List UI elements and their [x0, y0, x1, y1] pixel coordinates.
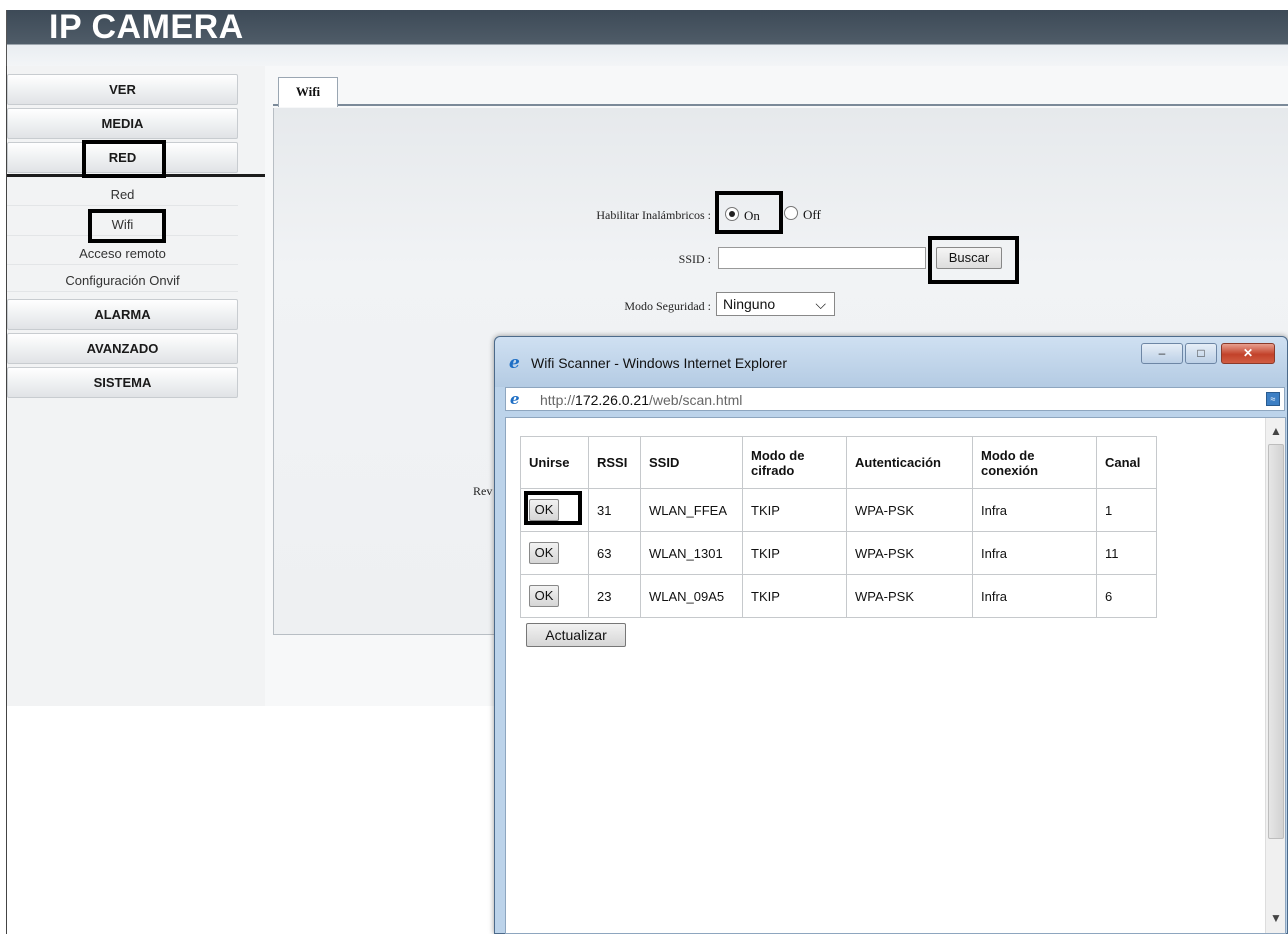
tab-strip	[273, 76, 1288, 106]
scroll-down-icon[interactable]: ▼	[1266, 911, 1286, 927]
rssi-cell: 31	[588, 488, 641, 532]
chevron-down-icon: ⌵	[815, 296, 826, 312]
window-titlebar[interactable]: e Wifi Scanner - Windows Internet Explor…	[495, 337, 1287, 387]
refresh-button[interactable]: Actualizar	[526, 623, 626, 647]
security-mode-select[interactable]: Ninguno ⌵	[716, 292, 835, 316]
address-url: http://172.26.0.21/web/scan.html	[540, 392, 742, 408]
partial-label: Rev	[473, 484, 493, 498]
security-mode-label: Modo Seguridad :	[624, 299, 711, 313]
cipher-cell: TKIP	[742, 574, 847, 618]
menu-red[interactable]: RED	[7, 142, 238, 173]
ie-icon: e	[509, 353, 520, 373]
app-title: IP CAMERA	[49, 8, 244, 46]
menu-media[interactable]: MEDIA	[7, 108, 238, 139]
radio-on[interactable]	[725, 207, 739, 221]
search-button[interactable]: Buscar	[936, 247, 1002, 269]
close-icon[interactable]: ✕	[1221, 343, 1275, 364]
scroll-thumb[interactable]	[1268, 444, 1284, 839]
sidebar: VER MEDIA RED Red Wifi Acceso remoto Con…	[7, 66, 265, 706]
cipher-cell: TKIP	[742, 531, 847, 575]
auth-cell: WPA-PSK	[846, 531, 973, 575]
menu-avanzado[interactable]: AVANZADO	[7, 333, 238, 364]
col-unirse: Unirse	[520, 436, 589, 489]
join-button[interactable]: OK	[529, 542, 559, 564]
col-cipher: Modo de cifrado	[742, 436, 847, 489]
security-mode-value: Ninguno	[723, 296, 776, 312]
ssid-cell: WLAN_FFEA	[640, 488, 743, 532]
join-cell: OK	[520, 574, 589, 618]
table-header-row: Unirse RSSI SSID Modo de cifrado Autenti…	[520, 436, 1157, 489]
scroll-up-icon[interactable]: ▲	[1266, 424, 1286, 440]
url-prefix: http://	[540, 392, 576, 408]
submenu-red[interactable]: Red	[7, 184, 238, 206]
col-connection-mode: Modo de conexión	[972, 436, 1097, 489]
maximize-icon[interactable]: □	[1185, 343, 1217, 364]
window-title: Wifi Scanner - Windows Internet Explorer	[531, 355, 787, 371]
channel-cell: 11	[1096, 531, 1157, 575]
url-host: 172.26.0.21	[575, 392, 649, 408]
join-cell: OK	[520, 531, 589, 575]
compatibility-icon[interactable]: ≈	[1266, 392, 1280, 406]
scan-results-table: Unirse RSSI SSID Modo de cifrado Autenti…	[520, 436, 1157, 618]
ssid-cell: WLAN_09A5	[640, 574, 743, 618]
table-row: OK 63 WLAN_1301 TKIP WPA-PSK Infra 11	[520, 531, 1157, 575]
menu-divider	[7, 174, 265, 177]
tab-wifi[interactable]: Wifi	[278, 77, 338, 107]
radio-off-label: Off	[803, 207, 821, 222]
join-cell: OK	[520, 488, 589, 532]
ie-page-icon: e	[510, 390, 520, 408]
ssid-input[interactable]	[718, 247, 926, 269]
auth-cell: WPA-PSK	[846, 488, 973, 532]
auth-cell: WPA-PSK	[846, 574, 973, 618]
col-rssi: RSSI	[588, 436, 641, 489]
channel-cell: 6	[1096, 574, 1157, 618]
submenu-acceso-remoto[interactable]: Acceso remoto	[7, 243, 238, 265]
menu-alarma[interactable]: ALARMA	[7, 299, 238, 330]
scan-page: Unirse RSSI SSID Modo de cifrado Autenti…	[505, 417, 1286, 934]
menu-sistema[interactable]: SISTEMA	[7, 367, 238, 398]
radio-on-label: On	[744, 208, 760, 223]
col-auth: Autenticación	[846, 436, 973, 489]
channel-cell: 1	[1096, 488, 1157, 532]
wifi-scanner-window: e Wifi Scanner - Windows Internet Explor…	[494, 336, 1288, 934]
menu-ver[interactable]: VER	[7, 74, 238, 105]
scrollbar[interactable]: ▲ ▼	[1265, 418, 1285, 933]
submenu-wifi[interactable]: Wifi	[7, 214, 238, 236]
col-channel: Canal	[1096, 436, 1157, 489]
mode-cell: Infra	[972, 488, 1097, 532]
join-button[interactable]: OK	[529, 585, 559, 607]
col-ssid: SSID	[640, 436, 743, 489]
table-row: OK 23 WLAN_09A5 TKIP WPA-PSK Infra 6	[520, 574, 1157, 618]
ssid-label: SSID :	[678, 252, 711, 266]
address-bar[interactable]: e http://172.26.0.21/web/scan.html ≈	[505, 387, 1285, 411]
cipher-cell: TKIP	[742, 488, 847, 532]
mode-cell: Infra	[972, 531, 1097, 575]
app-header: IP CAMERA	[6, 8, 1288, 66]
radio-off[interactable]	[784, 206, 798, 220]
submenu-configuracion-onvif[interactable]: Configuración Onvif	[7, 270, 238, 292]
minimize-icon[interactable]: –	[1141, 343, 1183, 364]
table-row: OK 31 WLAN_FFEA TKIP WPA-PSK Infra 1	[520, 488, 1157, 532]
rssi-cell: 63	[588, 531, 641, 575]
ssid-cell: WLAN_1301	[640, 531, 743, 575]
url-path: /web/scan.html	[649, 392, 743, 408]
mode-cell: Infra	[972, 574, 1097, 618]
rssi-cell: 23	[588, 574, 641, 618]
enable-wireless-label: Habilitar Inalámbricos :	[596, 208, 711, 222]
join-button[interactable]: OK	[529, 499, 559, 521]
